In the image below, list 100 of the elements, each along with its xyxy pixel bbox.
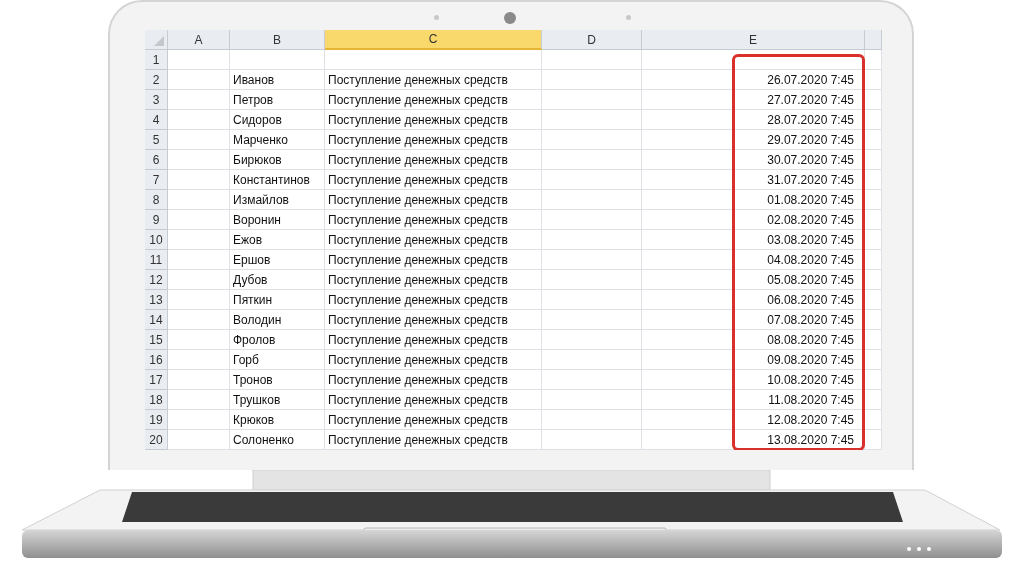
sensor-icon	[626, 15, 631, 20]
row-header[interactable]: 5	[145, 130, 168, 150]
table-cell	[168, 110, 230, 130]
table-cell: Поступление денежных средств	[325, 430, 542, 450]
table-cell: Поступление денежных средств	[325, 110, 542, 130]
table-cell	[865, 170, 882, 190]
row-header[interactable]: 1	[145, 50, 168, 70]
column-header[interactable]: E	[642, 30, 865, 50]
table-cell: Поступление денежных средств	[325, 370, 542, 390]
table-cell: Поступление денежных средств	[325, 250, 542, 270]
table-cell: Поступление денежных средств	[325, 90, 542, 110]
table-cell	[168, 70, 230, 90]
row-header[interactable]: 14	[145, 310, 168, 330]
row-header[interactable]: 8	[145, 190, 168, 210]
table-cell: Поступление денежных средств	[325, 410, 542, 430]
row-header[interactable]: 2	[145, 70, 168, 90]
table-cell: 29.07.2020 7:45	[642, 130, 865, 150]
table-cell: Марченко	[230, 130, 325, 150]
table-cell	[865, 110, 882, 130]
table-cell: Измайлов	[230, 190, 325, 210]
row-header[interactable]: 16	[145, 350, 168, 370]
table-cell	[168, 350, 230, 370]
row-header[interactable]: 6	[145, 150, 168, 170]
table-cell	[168, 170, 230, 190]
table-cell: 08.08.2020 7:45	[642, 330, 865, 350]
row-header[interactable]: 3	[145, 90, 168, 110]
table-cell	[168, 230, 230, 250]
table-cell: Поступление денежных средств	[325, 270, 542, 290]
table-cell: Поступление денежных средств	[325, 350, 542, 370]
table-cell	[168, 390, 230, 410]
table-cell: Тронов	[230, 370, 325, 390]
row-header[interactable]: 4	[145, 110, 168, 130]
table-cell: Поступление денежных средств	[325, 230, 542, 250]
row-header[interactable]: 19	[145, 410, 168, 430]
table-cell: Поступление денежных средств	[325, 70, 542, 90]
table-cell	[865, 210, 882, 230]
table-cell: 26.07.2020 7:45	[642, 70, 865, 90]
table-cell: Поступление денежных средств	[325, 390, 542, 410]
table-cell: Трушков	[230, 390, 325, 410]
table-cell	[865, 90, 882, 110]
table-cell: 12.08.2020 7:45	[642, 410, 865, 430]
table-cell	[865, 390, 882, 410]
table-cell: Горб	[230, 350, 325, 370]
table-cell	[865, 370, 882, 390]
table-cell	[168, 150, 230, 170]
table-cell	[168, 290, 230, 310]
row-header[interactable]: 13	[145, 290, 168, 310]
column-header[interactable]: D	[542, 30, 642, 50]
row-header[interactable]: 11	[145, 250, 168, 270]
table-cell	[865, 50, 882, 70]
table-cell: Поступление денежных средств	[325, 150, 542, 170]
table-cell	[865, 350, 882, 370]
table-cell	[168, 410, 230, 430]
row-header[interactable]: 10	[145, 230, 168, 250]
row-header[interactable]: 20	[145, 430, 168, 450]
table-cell: Солоненко	[230, 430, 325, 450]
table-cell	[168, 90, 230, 110]
table-cell	[865, 70, 882, 90]
table-cell: Ежов	[230, 230, 325, 250]
table-cell: 01.08.2020 7:45	[642, 190, 865, 210]
table-cell: 27.07.2020 7:45	[642, 90, 865, 110]
table-cell: 05.08.2020 7:45	[642, 270, 865, 290]
select-all-corner[interactable]	[145, 30, 168, 50]
table-cell	[168, 430, 230, 450]
table-cell: 28.07.2020 7:45	[642, 110, 865, 130]
table-cell	[865, 150, 882, 170]
row-header[interactable]: 18	[145, 390, 168, 410]
camera-icon	[504, 12, 516, 24]
table-cell: Поступление денежных средств	[325, 290, 542, 310]
table-cell	[865, 230, 882, 250]
table-cell	[168, 50, 230, 70]
table-cell	[865, 330, 882, 350]
row-header[interactable]: 15	[145, 330, 168, 350]
row-header[interactable]: 17	[145, 370, 168, 390]
table-cell	[168, 310, 230, 330]
table-cell: Володин	[230, 310, 325, 330]
column-header[interactable]: B	[230, 30, 325, 50]
table-cell: Иванов	[230, 70, 325, 90]
table-cell	[168, 130, 230, 150]
table-cell: Поступление денежных средств	[325, 210, 542, 230]
table-cell: 03.08.2020 7:45	[642, 230, 865, 250]
table-cell	[168, 270, 230, 290]
table-cell	[865, 270, 882, 290]
table-cell: 09.08.2020 7:45	[642, 350, 865, 370]
table-cell: 06.08.2020 7:45	[642, 290, 865, 310]
table-cell: Сидоров	[230, 110, 325, 130]
table-cell	[168, 190, 230, 210]
table-cell: 30.07.2020 7:45	[642, 150, 865, 170]
row-header[interactable]: 9	[145, 210, 168, 230]
table-cell	[168, 330, 230, 350]
column-header[interactable]: C	[325, 30, 542, 50]
column-header[interactable]: A	[168, 30, 230, 50]
table-cell: Поступление денежных средств	[325, 170, 542, 190]
table-cell: Ершов	[230, 250, 325, 270]
table-cell: Константинов	[230, 170, 325, 190]
row-header[interactable]: 7	[145, 170, 168, 190]
table-cell: Поступление денежных средств	[325, 310, 542, 330]
table-cell: 04.08.2020 7:45	[642, 250, 865, 270]
row-header[interactable]: 12	[145, 270, 168, 290]
sensor-icon	[434, 15, 439, 20]
